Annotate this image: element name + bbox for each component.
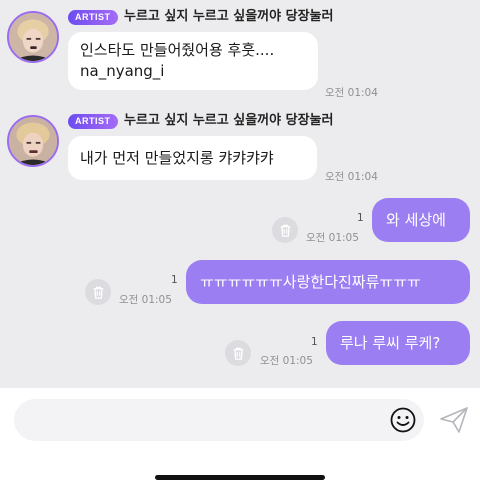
trash-icon <box>280 224 290 237</box>
message-line: na_nyang_i <box>80 62 165 80</box>
message-time: 오전 01:05 <box>306 232 359 244</box>
trash-icon <box>93 286 103 299</box>
message-time: 오전 01:05 <box>260 355 313 367</box>
send-button[interactable] <box>438 404 470 436</box>
avatar-image <box>9 117 57 165</box>
incoming-message[interactable]: 내가 먼저 만들었지롱 캬캬캬캬 <box>68 136 317 180</box>
delete-button[interactable] <box>225 340 251 366</box>
artist-avatar[interactable] <box>7 115 59 167</box>
paper-plane-icon <box>440 407 468 433</box>
message-composer <box>0 388 480 492</box>
delete-button[interactable] <box>85 279 111 305</box>
outgoing-message[interactable]: ㅠㅠㅠㅠㅠㅠ사랑한다진짜류ㅠㅠㅠ <box>186 260 470 304</box>
chat-area: ARTIST 누르고 싶지 누르고 싶을꺼야 당장눌러 인스타도 만들어줬어용 … <box>0 0 480 388</box>
unread-count: 1 <box>357 212 364 224</box>
message-line: 내가 먼저 만들었지롱 캬캬캬캬 <box>80 149 274 167</box>
unread-count: 1 <box>311 336 318 348</box>
incoming-message[interactable]: 인스타도 만들어줬어용 후훗.... na_nyang_i <box>68 32 318 90</box>
message-time: 오전 01:05 <box>119 294 172 306</box>
message-time: 오전 01:04 <box>325 87 378 99</box>
artist-badge: ARTIST <box>68 114 118 129</box>
message-input[interactable] <box>14 399 424 441</box>
unread-count: 1 <box>171 274 178 286</box>
sender-name: 누르고 싶지 누르고 싶을꺼야 당장눌러 <box>124 113 334 128</box>
artist-avatar[interactable] <box>7 11 59 63</box>
avatar-image <box>9 13 57 61</box>
trash-icon <box>233 347 243 360</box>
home-indicator <box>155 475 325 480</box>
outgoing-message[interactable]: 루나 루씨 루케? <box>326 321 470 365</box>
sender-name: 누르고 싶지 누르고 싶을꺼야 당장눌러 <box>124 9 334 24</box>
outgoing-message[interactable]: 와 세상에 <box>372 198 470 242</box>
delete-button[interactable] <box>272 217 298 243</box>
artist-badge: ARTIST <box>68 10 118 25</box>
message-time: 오전 01:04 <box>325 171 378 183</box>
emoji-button[interactable] <box>389 406 417 434</box>
message-line: 인스타도 만들어줬어용 후훗.... <box>80 41 275 59</box>
smiley-icon <box>390 407 416 433</box>
